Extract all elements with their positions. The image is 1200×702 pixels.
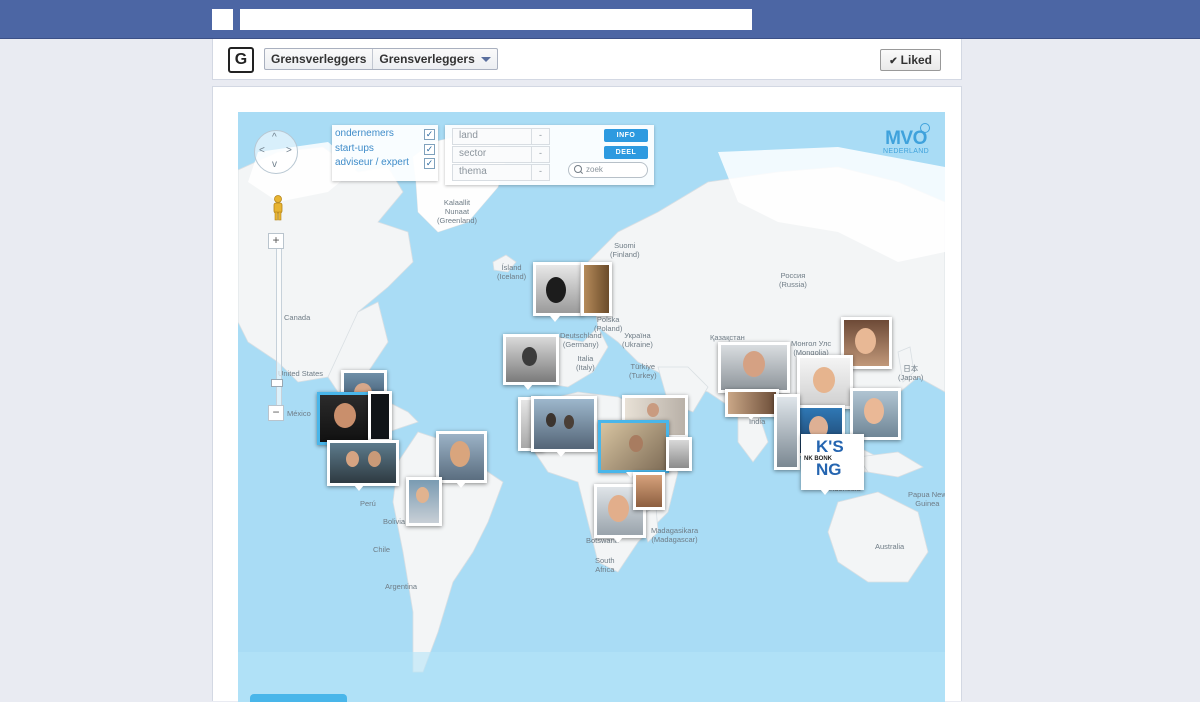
mvo-logo-subtext: NEDERLAND bbox=[883, 148, 929, 155]
profile-photo-marker[interactable] bbox=[797, 355, 853, 409]
pegman-icon[interactable] bbox=[271, 195, 285, 221]
marker-pointer bbox=[523, 384, 533, 390]
map-label-iceland: Ísland (Iceland) bbox=[497, 263, 527, 281]
facebook-search-input[interactable] bbox=[240, 9, 752, 30]
like-check-icon: ✔ bbox=[889, 56, 898, 67]
share-button[interactable]: DEEL bbox=[604, 146, 648, 159]
facebook-logo-icon[interactable] bbox=[212, 9, 233, 30]
search-icon bbox=[574, 165, 582, 173]
marker-pointer bbox=[746, 414, 756, 420]
profile-photo-marker[interactable] bbox=[436, 431, 487, 483]
sector-select-label: sector bbox=[459, 148, 487, 159]
marker-pointer bbox=[556, 451, 566, 457]
map-label-germany: Deutschland (Germany) bbox=[560, 331, 602, 349]
search-input[interactable]: zoek bbox=[568, 162, 648, 178]
checkbox-check-icon[interactable]: ✓ bbox=[424, 129, 435, 140]
land-select-label: land bbox=[459, 130, 478, 141]
marker-pointer bbox=[820, 489, 830, 495]
checkbox-check-icon[interactable]: ✓ bbox=[424, 144, 435, 155]
profile-photo-marker-selected[interactable] bbox=[598, 420, 669, 473]
page-breadcrumb: Grensverleggers Grensverleggers bbox=[264, 48, 498, 70]
map-label-papua-new-guinea: Papua New Guinea bbox=[908, 490, 945, 508]
map-label-kazakhstan: Қазақстан bbox=[710, 333, 745, 342]
page-name-link[interactable]: Grensverleggers bbox=[265, 49, 372, 69]
profile-photo-marker[interactable] bbox=[725, 389, 779, 417]
marker-pointer bbox=[550, 316, 560, 322]
liked-label: Liked bbox=[900, 53, 932, 67]
checkbox-check-icon[interactable]: ✓ bbox=[424, 158, 435, 169]
search-filter-panel: land - sector - thema - INFO DEEL zoek bbox=[445, 125, 654, 185]
zoom-in-icon[interactable]: + bbox=[268, 233, 284, 249]
pan-control-icon[interactable]: ^ v < > bbox=[254, 130, 298, 174]
map-label-bolivia: Bolivia bbox=[383, 517, 406, 526]
map-label-poland: Polska (Poland) bbox=[594, 315, 623, 333]
profile-photo-marker[interactable] bbox=[666, 437, 692, 471]
dropdown-arrow-icon: - bbox=[531, 165, 549, 180]
map-label-italy: Italia (Italy) bbox=[576, 354, 595, 372]
page-header: G Grensverleggers Grensverleggers ✔ Liked bbox=[212, 39, 962, 80]
map-label-united-states: United States bbox=[278, 369, 324, 378]
filter-label-start-ups[interactable]: start-ups bbox=[335, 143, 374, 154]
search-placeholder: zoek bbox=[586, 165, 603, 174]
mvo-ring-icon bbox=[920, 123, 930, 133]
map-label-japan: 日本 (Japan) bbox=[898, 364, 924, 382]
profile-photo-tile-text[interactable]: K'S NG NK BONK bbox=[801, 434, 864, 490]
thema-select[interactable]: thema - bbox=[452, 164, 550, 181]
profile-photo-marker[interactable] bbox=[774, 394, 800, 470]
filter-label-ondernemers[interactable]: ondernemers bbox=[335, 128, 394, 139]
dropdown-arrow-icon: - bbox=[531, 147, 549, 162]
map-label-finland: Suomi (Finland) bbox=[610, 241, 640, 259]
map-label-russia: Россия (Russia) bbox=[779, 271, 807, 289]
map-label-mexico: México bbox=[287, 409, 311, 418]
zoom-slider-thumb[interactable] bbox=[271, 379, 283, 387]
profile-photo-marker[interactable] bbox=[581, 262, 612, 316]
profile-photo-marker[interactable] bbox=[327, 440, 399, 486]
filter-label-adviseur[interactable]: adviseur / expert bbox=[335, 157, 409, 168]
world-map[interactable]: Kalaallit Nunaat (Greenland) Ísland (Icelan… bbox=[238, 112, 945, 702]
map-label-madagascar: Madagasikara (Madagascar) bbox=[651, 526, 699, 544]
facebook-top-bar bbox=[0, 0, 1200, 39]
map-label-australia: Australia bbox=[875, 542, 905, 551]
liked-button[interactable]: ✔ Liked bbox=[880, 49, 941, 71]
dropdown-arrow-icon: - bbox=[531, 129, 549, 144]
map-label-turkey: Türkiye (Turkey) bbox=[629, 362, 657, 380]
marker-pointer bbox=[354, 485, 364, 491]
profile-photo-marker[interactable] bbox=[531, 396, 597, 452]
profile-photo-marker[interactable] bbox=[718, 342, 790, 393]
page-logo-icon[interactable]: G bbox=[228, 47, 254, 73]
caret-down-icon bbox=[480, 57, 491, 63]
zoom-out-icon[interactable]: − bbox=[268, 405, 284, 421]
profile-photo-marker[interactable] bbox=[850, 388, 901, 440]
thema-select-label: thema bbox=[459, 166, 487, 177]
mvo-nederland-logo[interactable]: MVO NEDERLAND bbox=[880, 123, 932, 156]
bottom-panel-tab[interactable] bbox=[250, 694, 347, 702]
app-switcher-dropdown[interactable]: Grensverleggers bbox=[372, 49, 496, 69]
map-label-argentina: Argentina bbox=[385, 582, 418, 591]
land-select[interactable]: land - bbox=[452, 128, 550, 145]
map-label-ukraine: Україна (Ukraine) bbox=[622, 331, 653, 349]
info-button[interactable]: INFO bbox=[604, 129, 648, 142]
map-label-chile: Chile bbox=[373, 545, 391, 554]
marker-pointer bbox=[613, 537, 623, 543]
map-label-greenland: Kalaallit Nunaat (Greenland) bbox=[437, 198, 478, 225]
sector-select[interactable]: sector - bbox=[452, 146, 550, 163]
marker-pointer bbox=[456, 482, 466, 488]
profile-photo-marker[interactable] bbox=[503, 334, 559, 385]
map-label-canada: Canada bbox=[284, 313, 311, 322]
map-label-south-africa: South Africa bbox=[595, 556, 615, 574]
type-filter-panel: ondernemers ✓ start-ups ✓ adviseur / exp… bbox=[332, 125, 438, 181]
tile-text-small: NK BONK bbox=[804, 456, 832, 462]
profile-photo-marker[interactable] bbox=[406, 477, 442, 526]
profile-photo-marker[interactable] bbox=[368, 391, 392, 442]
app-switcher-label: Grensverleggers bbox=[379, 52, 475, 66]
tile-text-top: K'S bbox=[816, 437, 844, 456]
tile-text-middle: NG bbox=[816, 460, 842, 479]
map-label-peru: Perú bbox=[360, 499, 376, 508]
profile-photo-marker[interactable] bbox=[533, 262, 583, 316]
app-canvas: Kalaallit Nunaat (Greenland) Ísland (Icelan… bbox=[212, 86, 962, 702]
profile-photo-marker[interactable] bbox=[633, 472, 665, 510]
